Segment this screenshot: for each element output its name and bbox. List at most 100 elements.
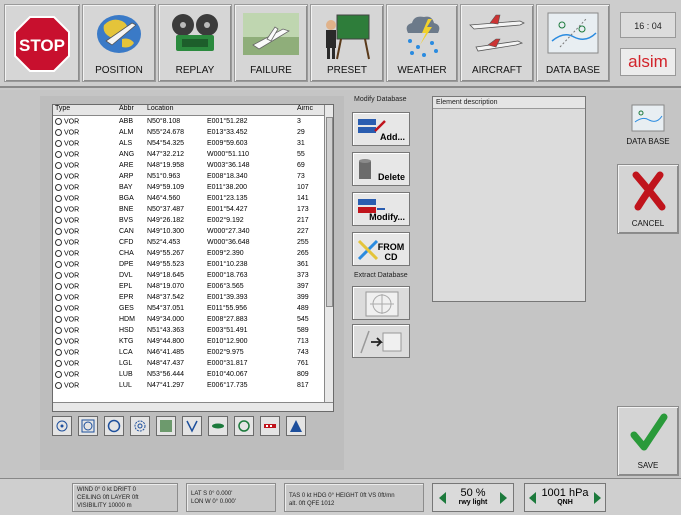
- filter-vordme-icon[interactable]: [78, 416, 98, 436]
- list-item[interactable]: VOR LGL N48°47.437 E000°31.817 761: [53, 358, 333, 369]
- list-item[interactable]: VOR LUB N53°56.444 E010°40.067 809: [53, 369, 333, 380]
- list-item[interactable]: VOR ARE N48°19.958 W003°36.148 69: [53, 160, 333, 171]
- list-item[interactable]: VOR BVS N49°26.182 E002°9.192 217: [53, 215, 333, 226]
- modify-database-panel: Modify Database Add... Delete Modify... …: [344, 96, 426, 470]
- map-database-icon: [547, 12, 599, 54]
- cell-location: N49°34.000 E008°27.883: [147, 316, 248, 323]
- cell-location: N48°47.437 E000°31.817: [147, 360, 248, 367]
- list-item[interactable]: VOR BAY N49°59.109 E011°38.200 107: [53, 182, 333, 193]
- filter-ndb-icon[interactable]: [104, 416, 124, 436]
- list-item[interactable]: VOR LCA N46°41.485 E002°9.975 743: [53, 347, 333, 358]
- extract-file-button[interactable]: [352, 324, 410, 358]
- list-item[interactable]: VOR GES N54°37.051 E011°55.956 489: [53, 303, 333, 314]
- preset-button[interactable]: PRESET: [310, 4, 384, 82]
- cancel-button[interactable]: CANCEL: [617, 164, 679, 234]
- list-item[interactable]: VOR CHA N49°55.267 E009°2.390 265: [53, 248, 333, 259]
- list-header: Type Abbr Location Airnc: [53, 105, 333, 116]
- delete-label: Delete: [377, 172, 405, 182]
- cell-location: N49°10.300 W000°27.340: [147, 228, 250, 235]
- filter-ils-icon[interactable]: [182, 416, 202, 436]
- header-type[interactable]: Type: [53, 105, 117, 115]
- qnh-decrease-icon[interactable]: [529, 491, 536, 504]
- stop-button[interactable]: STOP: [4, 4, 80, 82]
- list-horizontal-scrollbar[interactable]: [53, 402, 333, 411]
- position-button[interactable]: POSITION: [82, 4, 156, 82]
- list-item[interactable]: VOR EPR N48°37.542 E001°39.393 399: [53, 292, 333, 303]
- cell-abbr: EPL: [119, 283, 133, 290]
- qnh-value: 1001 hPa: [541, 487, 589, 499]
- list-item[interactable]: VOR EPL N48°19.070 E006°3.565 397: [53, 281, 333, 292]
- cell-location: N49°55.523 E001°10.238: [147, 261, 248, 268]
- cell-airnc: 361: [297, 261, 309, 268]
- cancel-label: CANCEL: [631, 219, 665, 228]
- cell-location: N49°18.645 E000°18.763: [147, 272, 248, 279]
- list-item[interactable]: VOR BGA N46°4.560 E001°23.135 141: [53, 193, 333, 204]
- cell-location: N46°4.560 E001°23.135: [147, 195, 248, 202]
- add-button[interactable]: Add...: [352, 112, 410, 146]
- modify-button[interactable]: Modify...: [352, 192, 410, 226]
- delete-button[interactable]: Delete: [352, 152, 410, 186]
- cd-import-icon: [357, 239, 379, 261]
- ceiling-line: CEILING 0ft LAYER 0ft: [77, 495, 139, 501]
- radar-map-icon: [365, 291, 399, 317]
- list-item[interactable]: VOR LUL N47°41.297 E006°17.735 817: [53, 380, 333, 391]
- aircraft-button[interactable]: AIRCRAFT: [460, 4, 534, 82]
- replay-button[interactable]: REPLAY: [158, 4, 232, 82]
- cell-airnc: 817: [297, 382, 309, 389]
- navaid-radio-icon: [55, 249, 62, 257]
- filter-area-icon[interactable]: [156, 416, 176, 436]
- filter-tacan-icon[interactable]: [130, 416, 150, 436]
- runway-light-control: 50 % rwy light: [432, 483, 514, 512]
- header-airnc[interactable]: Airnc: [295, 105, 321, 115]
- list-vertical-scrollbar[interactable]: [324, 105, 333, 411]
- filter-runway-icon[interactable]: [208, 416, 228, 436]
- list-item[interactable]: VOR DVL N49°18.645 E000°18.763 373: [53, 270, 333, 281]
- qnh-increase-icon[interactable]: [594, 491, 601, 504]
- from-cd-button[interactable]: FROM CD: [352, 232, 410, 266]
- header-location[interactable]: Location: [145, 105, 295, 115]
- cell-airnc: 761: [297, 360, 309, 367]
- cell-type: VOR: [53, 315, 117, 323]
- filter-marker-icon[interactable]: [260, 416, 280, 436]
- rwy-light-increase-icon[interactable]: [500, 491, 507, 504]
- list-item[interactable]: VOR ANG N47°32.212 W000°51.110 55: [53, 149, 333, 160]
- filter-airport-icon[interactable]: [286, 416, 306, 436]
- list-item[interactable]: VOR ARP N51°0.963 E008°18.340 73: [53, 171, 333, 182]
- save-button[interactable]: SAVE: [617, 406, 679, 476]
- list-item[interactable]: VOR HDM N49°34.000 E008°27.883 545: [53, 314, 333, 325]
- weather-button[interactable]: WEATHER: [386, 4, 458, 82]
- failure-button[interactable]: FAILURE: [234, 4, 308, 82]
- rwy-light-decrease-icon[interactable]: [439, 491, 446, 504]
- cell-abbr: ALM: [119, 129, 134, 136]
- list-item[interactable]: VOR CAN N49°10.300 W000°27.340 227: [53, 226, 333, 237]
- list-item[interactable]: VOR ABB N50°8.108 E001°51.282 3: [53, 116, 333, 127]
- visibility-line: VISIBILITY 10000 m: [77, 503, 132, 509]
- cell-abbr: ANG: [119, 151, 135, 158]
- extract-map-button[interactable]: [352, 286, 410, 320]
- list-item[interactable]: VOR BNE N50°37.487 E001°54.427 173: [53, 204, 333, 215]
- navaid-radio-icon: [55, 161, 62, 169]
- database-side-button[interactable]: DATA BASE: [617, 96, 679, 166]
- filter-waypoint-icon[interactable]: [234, 416, 254, 436]
- cell-type: VOR: [53, 359, 117, 367]
- list-item[interactable]: VOR DPE N49°55.523 E001°10.238 361: [53, 259, 333, 270]
- navaid-list[interactable]: Type Abbr Location Airnc VOR ABB N50°8.108…: [52, 104, 334, 412]
- navaid-radio-icon: [55, 348, 62, 356]
- list-item[interactable]: VOR HSD N51°43.363 E003°51.491 589: [53, 325, 333, 336]
- list-item[interactable]: VOR ALS N54°54.325 E009°59.603 31: [53, 138, 333, 149]
- list-item[interactable]: VOR ALM N55°24.678 E013°33.452 29: [53, 127, 333, 138]
- navaid-radio-icon: [55, 216, 62, 224]
- list-item[interactable]: VOR KTG N49°44.800 E010°12.900 713: [53, 336, 333, 347]
- cell-airnc: 399: [297, 294, 309, 301]
- cell-location: N51°43.363 E003°51.491: [147, 327, 248, 334]
- filter-vor-icon[interactable]: [52, 416, 72, 436]
- list-item[interactable]: VOR CFD N52°4.453 W000°36.648 255: [53, 237, 333, 248]
- header-abbr[interactable]: Abbr: [117, 105, 145, 115]
- qnh-label: QNH: [557, 499, 573, 506]
- scroll-thumb[interactable]: [326, 117, 333, 307]
- flight-info: TAS 0 kt HDG 0° HEIGHT 0ft VS 0ft/mn alt…: [284, 483, 424, 512]
- cell-abbr: EPR: [119, 294, 134, 301]
- cell-location: N55°24.678 E013°33.452: [147, 129, 248, 136]
- database-button[interactable]: DATA BASE: [536, 4, 610, 82]
- weather-label: WEATHER: [397, 65, 447, 76]
